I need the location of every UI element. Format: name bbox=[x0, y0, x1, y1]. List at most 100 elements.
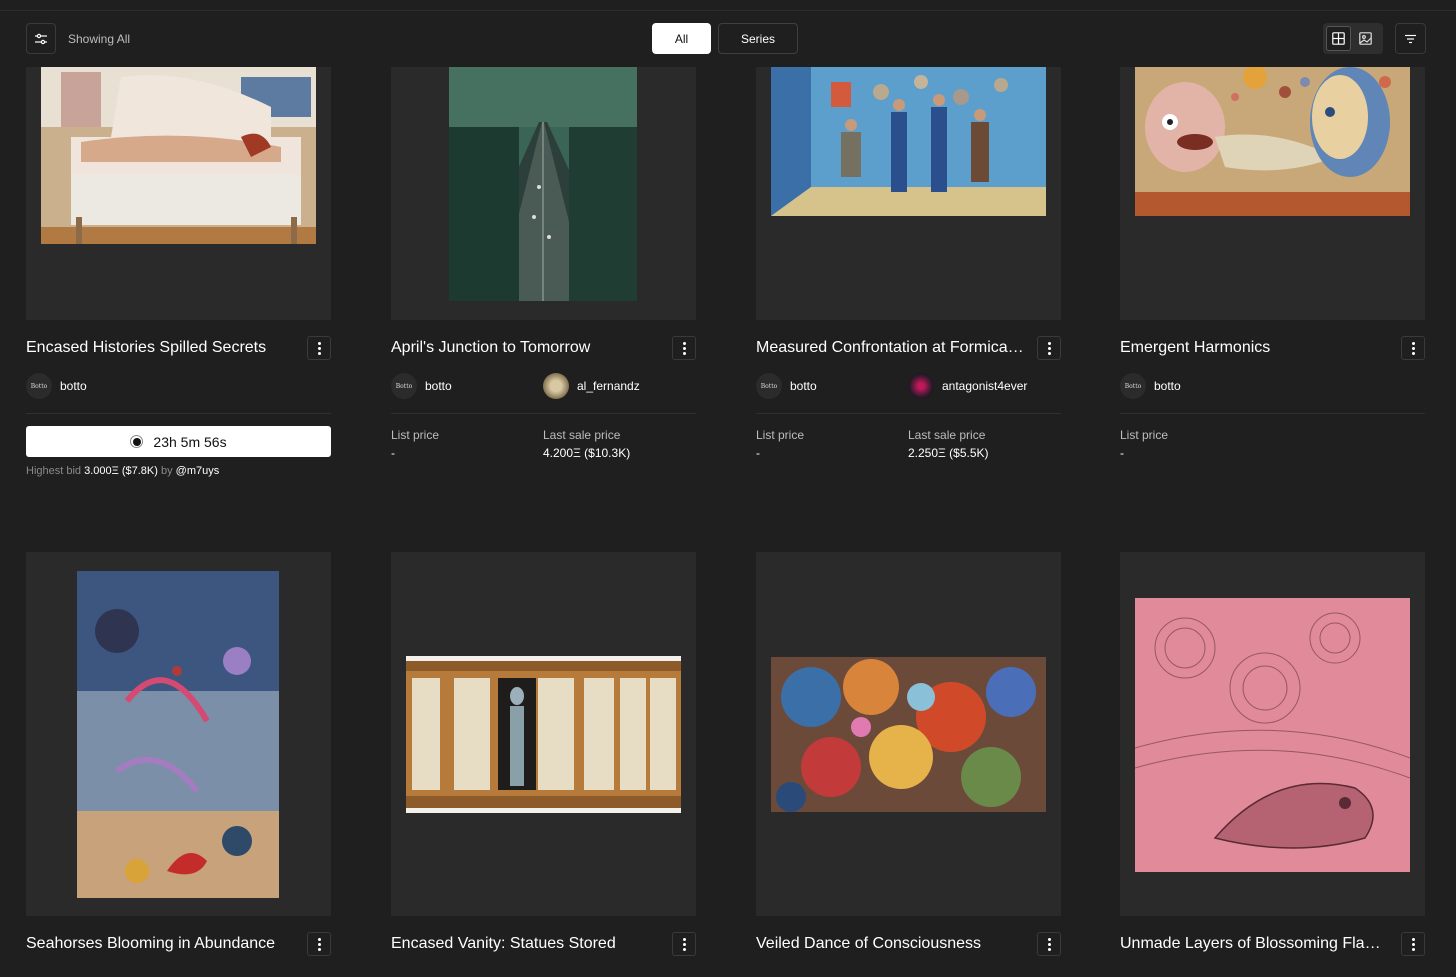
artwork-title[interactable]: Veiled Dance of Consciousness bbox=[756, 935, 1026, 953]
grid-view-button[interactable] bbox=[1326, 26, 1351, 51]
list-price-label: List price bbox=[391, 428, 440, 442]
artwork-title[interactable]: Seahorses Blooming in Abundance bbox=[26, 935, 296, 953]
artwork-title[interactable]: Emergent Harmonics bbox=[1120, 339, 1390, 357]
more-options-button[interactable] bbox=[307, 932, 331, 956]
artwork-card[interactable]: Encased Vanity: Statues Stored bbox=[391, 552, 696, 977]
more-vertical-icon bbox=[682, 341, 686, 356]
more-options-button[interactable] bbox=[672, 932, 696, 956]
owner-name: al_fernandz bbox=[577, 379, 640, 393]
artwork-image bbox=[1135, 67, 1410, 216]
more-vertical-icon bbox=[1411, 341, 1415, 356]
more-options-button[interactable] bbox=[1037, 336, 1061, 360]
bid-value: 3.000Ξ ($7.8K) bbox=[84, 465, 158, 477]
artist-name: botto bbox=[790, 379, 817, 393]
bidder-link[interactable]: @m7uys bbox=[176, 465, 220, 477]
more-vertical-icon bbox=[1047, 341, 1051, 356]
artwork-title[interactable]: Encased Vanity: Statues Stored bbox=[391, 935, 661, 953]
artwork-frame[interactable] bbox=[756, 552, 1061, 916]
last-sale-price: Last sale price 2.250Ξ ($5.5K) bbox=[908, 428, 989, 460]
artwork-frame[interactable] bbox=[26, 67, 331, 320]
sort-lines-icon bbox=[1405, 34, 1416, 43]
artwork-image bbox=[77, 571, 279, 898]
artwork-frame[interactable] bbox=[391, 552, 696, 916]
live-indicator-icon bbox=[130, 435, 144, 448]
creator-row: Botto botto bbox=[26, 373, 331, 399]
artwork-title[interactable]: April's Junction to Tomorrow bbox=[391, 339, 661, 357]
artwork-card[interactable]: Encased Histories Spilled Secrets Botto … bbox=[26, 0, 331, 520]
list-price-value: - bbox=[756, 446, 760, 460]
list-price-value: - bbox=[391, 446, 395, 460]
more-vertical-icon bbox=[1411, 937, 1415, 952]
owner-link[interactable]: antagonist4ever bbox=[908, 373, 1027, 399]
artwork-image bbox=[1135, 598, 1410, 872]
more-options-button[interactable] bbox=[672, 336, 696, 360]
owner-name: antagonist4ever bbox=[942, 379, 1028, 393]
artwork-card[interactable]: Unmade Layers of Blossoming Flami... bbox=[1120, 552, 1425, 977]
artist-link[interactable]: Botto botto bbox=[1120, 373, 1181, 399]
artwork-frame[interactable] bbox=[26, 552, 331, 916]
more-options-button[interactable] bbox=[1401, 336, 1425, 360]
artwork-frame[interactable] bbox=[391, 67, 696, 320]
artwork-frame[interactable] bbox=[756, 67, 1061, 320]
artwork-title[interactable]: Encased Histories Spilled Secrets bbox=[26, 339, 296, 357]
artwork-frame[interactable] bbox=[1120, 552, 1425, 916]
artwork-image bbox=[771, 657, 1046, 812]
grid-view-icon bbox=[1332, 32, 1345, 45]
more-options-button[interactable] bbox=[1401, 932, 1425, 956]
artist-name: botto bbox=[60, 379, 87, 393]
artwork-card[interactable]: April's Junction to Tomorrow Botto botto… bbox=[391, 0, 696, 520]
artwork-title[interactable]: Unmade Layers of Blossoming Flami... bbox=[1120, 935, 1390, 953]
showing-label: Showing All bbox=[68, 32, 131, 46]
bid-by-label: by bbox=[160, 465, 173, 477]
avatar: Botto bbox=[1120, 373, 1146, 399]
countdown-text: 23h 5m 56s bbox=[153, 433, 227, 450]
last-sale-label: Last sale price bbox=[908, 428, 986, 442]
tab-all[interactable]: All bbox=[652, 23, 711, 54]
list-price: List price - bbox=[1120, 428, 1168, 460]
filter-button[interactable] bbox=[26, 23, 56, 54]
image-view-icon bbox=[1359, 32, 1372, 45]
list-price-label: List price bbox=[1120, 428, 1169, 442]
more-options-button[interactable] bbox=[307, 336, 331, 360]
artwork-image bbox=[771, 67, 1046, 216]
last-sale-label: Last sale price bbox=[543, 428, 621, 442]
highest-bid: Highest bid 3.000Ξ ($7.8K) by @m7uys bbox=[26, 465, 219, 477]
list-price-label: List price bbox=[756, 428, 805, 442]
bid-label: Highest bid bbox=[26, 465, 82, 477]
artist-name: botto bbox=[425, 379, 452, 393]
more-vertical-icon bbox=[682, 937, 686, 952]
artwork-card[interactable]: Measured Confrontation at Formica F... B… bbox=[756, 0, 1061, 520]
artwork-card[interactable]: Seahorses Blooming in Abundance bbox=[26, 552, 331, 977]
artist-name: botto bbox=[1154, 379, 1181, 393]
creator-row: Botto botto al_fernandz bbox=[391, 373, 696, 399]
image-view-button[interactable] bbox=[1353, 26, 1378, 51]
avatar bbox=[543, 373, 569, 399]
tab-series[interactable]: Series bbox=[718, 23, 798, 54]
more-vertical-icon bbox=[317, 341, 321, 356]
sort-button[interactable] bbox=[1395, 23, 1426, 54]
more-options-button[interactable] bbox=[1037, 932, 1061, 956]
owner-link[interactable]: al_fernandz bbox=[543, 373, 640, 399]
artwork-card[interactable]: Emergent Harmonics Botto botto List pric… bbox=[1120, 0, 1425, 520]
last-sale-price: Last sale price 4.200Ξ ($10.3K) bbox=[543, 428, 630, 460]
more-vertical-icon bbox=[317, 937, 321, 952]
list-price-value: - bbox=[1120, 446, 1124, 460]
avatar: Botto bbox=[756, 373, 782, 399]
list-price: List price - bbox=[756, 428, 804, 460]
artist-link[interactable]: Botto botto bbox=[26, 373, 87, 399]
collection-tabs: All Series bbox=[652, 23, 798, 54]
artwork-frame[interactable] bbox=[1120, 67, 1425, 320]
divider bbox=[756, 413, 1061, 414]
artwork-image bbox=[41, 67, 316, 244]
last-sale-value: 2.250Ξ ($5.5K) bbox=[908, 446, 989, 460]
avatar: Botto bbox=[26, 373, 52, 399]
auction-countdown-button[interactable]: 23h 5m 56s bbox=[26, 426, 331, 457]
artwork-image bbox=[449, 67, 637, 301]
artist-link[interactable]: Botto botto bbox=[391, 373, 452, 399]
artist-link[interactable]: Botto botto bbox=[756, 373, 817, 399]
artwork-title[interactable]: Measured Confrontation at Formica F... bbox=[756, 339, 1026, 357]
artwork-card[interactable]: Veiled Dance of Consciousness bbox=[756, 552, 1061, 977]
divider bbox=[391, 413, 696, 414]
list-price: List price - bbox=[391, 428, 439, 460]
creator-row: Botto botto antagonist4ever bbox=[756, 373, 1061, 399]
